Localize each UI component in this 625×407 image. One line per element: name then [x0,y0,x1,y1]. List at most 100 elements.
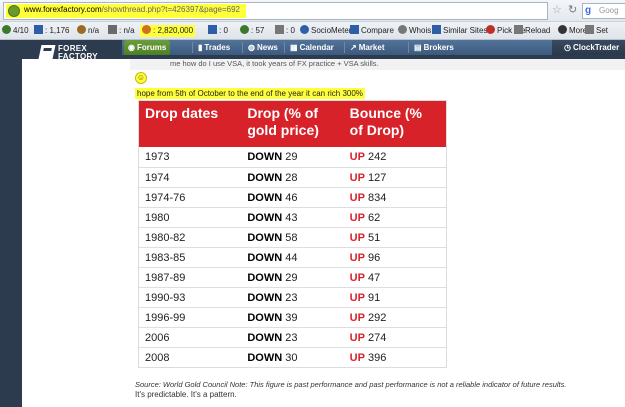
post-body: hope from 5th of October to the end of t… [135,88,365,99]
toolbar-item[interactable]: : 2,820,000 [140,25,196,37]
forums-icon: ◉ [128,43,135,52]
down-label: DOWN [247,172,283,184]
drop-cell: DOWN 23 [241,288,343,307]
toolbar-item[interactable]: SocioMeter▾ [300,25,355,37]
bounce-value: 62 [368,212,381,224]
toolbar-item-icon [558,25,567,34]
brokers-icon: ▤ [414,43,422,52]
nav-label: Market [358,43,385,52]
down-label: DOWN [247,232,283,244]
drop-value: 44 [285,252,298,264]
table-row: 2006 DOWN 23 UP 274 [139,327,446,347]
toolbar-item[interactable]: : 0 [275,25,295,37]
drop-cell: DOWN 29 [241,268,343,287]
bounce-cell: UP 292 [344,308,446,327]
down-label: DOWN [247,292,283,304]
down-label: DOWN [247,192,283,204]
toolbar-item[interactable]: : n/a [108,25,135,37]
table-row: 1973 DOWN 29 UP 242 [139,147,446,167]
reload-icon[interactable]: ↻ [568,4,577,16]
drop-cell: DOWN 29 [241,147,343,167]
toolbar-item-icon [240,25,249,34]
drop-date-cell: 2006 [145,332,170,344]
nav-separator [344,42,345,53]
drop-value: 39 [285,312,298,324]
drop-cell: DOWN 58 [241,228,343,247]
drop-date-cell: 1980 [145,212,170,224]
toolbar-item[interactable]: More [558,25,587,37]
site-favicon-icon [8,5,20,17]
down-label: DOWN [247,252,283,264]
column-header-line: Bounce (% [349,105,422,121]
toolbar-item[interactable]: 4/10 [2,25,29,37]
url-text[interactable]: www.forexfactory.com/showthread.php?t=42… [24,5,240,14]
toolbar-item-icon [142,25,151,34]
logo-mark-icon [38,45,56,59]
column-header-line: gold price) [247,122,319,138]
nav-separator [192,42,193,53]
bounce-value: 274 [368,332,387,344]
search-input[interactable]: g Goog [582,3,625,19]
drop-cell: DOWN 44 [241,248,343,267]
main-nav: ◉ Forums ▮ Trades ◍ News ▦ Calendar ↗ Market ▤ Brok… [122,40,625,55]
bounce-cell: UP 127 [344,168,446,187]
nav-clocktrader-label: ClockTrader [572,43,620,52]
url-domain: www.forexfactory.com [24,5,102,14]
toolbar-item-label: Whois [409,26,432,35]
nav-clocktrader[interactable]: ◷ ClockTrader [560,40,623,55]
table-body: 1973 DOWN 29 UP 242 1974 DOWN 28 UP 127 1974-7… [139,147,446,367]
nav-calendar[interactable]: ▦ Calendar [286,40,338,55]
table-row: 1974-76 DOWN 46 UP 834 [139,187,446,207]
address-bar: www.forexfactory.com/showthread.php?t=42… [0,0,625,22]
column-header-line: Drop (% of [247,105,319,121]
google-icon: g [585,5,592,16]
toolbar-item[interactable]: : 0 [208,25,228,37]
toolbar-item-label: Compare [361,26,394,35]
toolbar-item-icon [2,25,11,34]
bounce-cell: UP 274 [344,328,446,347]
toolbar-item-icon [77,25,86,34]
bounce-value: 396 [368,352,387,364]
nav-label: Calendar [299,43,334,52]
toolbar-item-icon [275,25,284,34]
toolbar-item-icon [585,25,594,34]
url-input[interactable]: www.forexfactory.com/showthread.php?t=42… [3,2,548,20]
drop-value: 29 [285,272,298,284]
drop-date-cell: 1987-89 [145,272,186,284]
toolbar-item[interactable]: : 57 [240,25,264,37]
toolbar-item[interactable]: Set [585,25,608,37]
down-label: DOWN [247,352,283,364]
up-label: UP [349,172,365,184]
bounce-value: 127 [368,172,387,184]
bookmark-star-icon[interactable]: ☆ [552,4,562,16]
toolbar-item[interactable]: Similar Sites [432,25,487,37]
toolbar-item-label: : 1,176 [45,26,70,35]
up-label: UP [349,151,365,163]
nav-trades[interactable]: ▮ Trades [194,40,234,55]
toolbar-item[interactable]: n/a [77,25,99,37]
toolbar-item[interactable]: Whois [398,25,431,37]
nav-forums[interactable]: ◉ Forums [124,40,171,55]
toolbar-item[interactable]: : 1,176 [34,25,69,37]
gold-drop-table: Drop dates Drop (% of gold price) Bounce (%… [138,100,447,368]
toolbar-item-icon [486,25,495,34]
drop-date-cell: 1996-99 [145,312,186,324]
drop-cell: DOWN 46 [241,188,343,207]
toolbar-item[interactable]: Compare [350,25,394,37]
quoted-text: me how do I use VSA, it took years of FX… [170,59,379,68]
browser-window: www.forexfactory.com/showthread.php?t=42… [0,0,625,407]
toolbar-item-icon [432,25,441,34]
bounce-value: 292 [368,312,387,324]
column-header: Bounce (% of Drop) [344,101,446,147]
table-header: Drop dates Drop (% of gold price) Bounce (%… [139,101,446,147]
drop-value: 43 [285,212,298,224]
bounce-value: 242 [368,151,387,163]
bounce-cell: UP 62 [344,208,446,227]
nav-news[interactable]: ◍ News [244,40,282,55]
toolbar-item-label: SocioMeter▾ [311,26,356,35]
news-icon: ◍ [248,43,255,52]
nav-market[interactable]: ↗ Market [346,40,389,55]
nav-brokers[interactable]: ▤ Brokers [410,40,458,55]
toolbar-item[interactable]: Reload [514,25,550,37]
column-header: Drop dates [139,101,241,147]
